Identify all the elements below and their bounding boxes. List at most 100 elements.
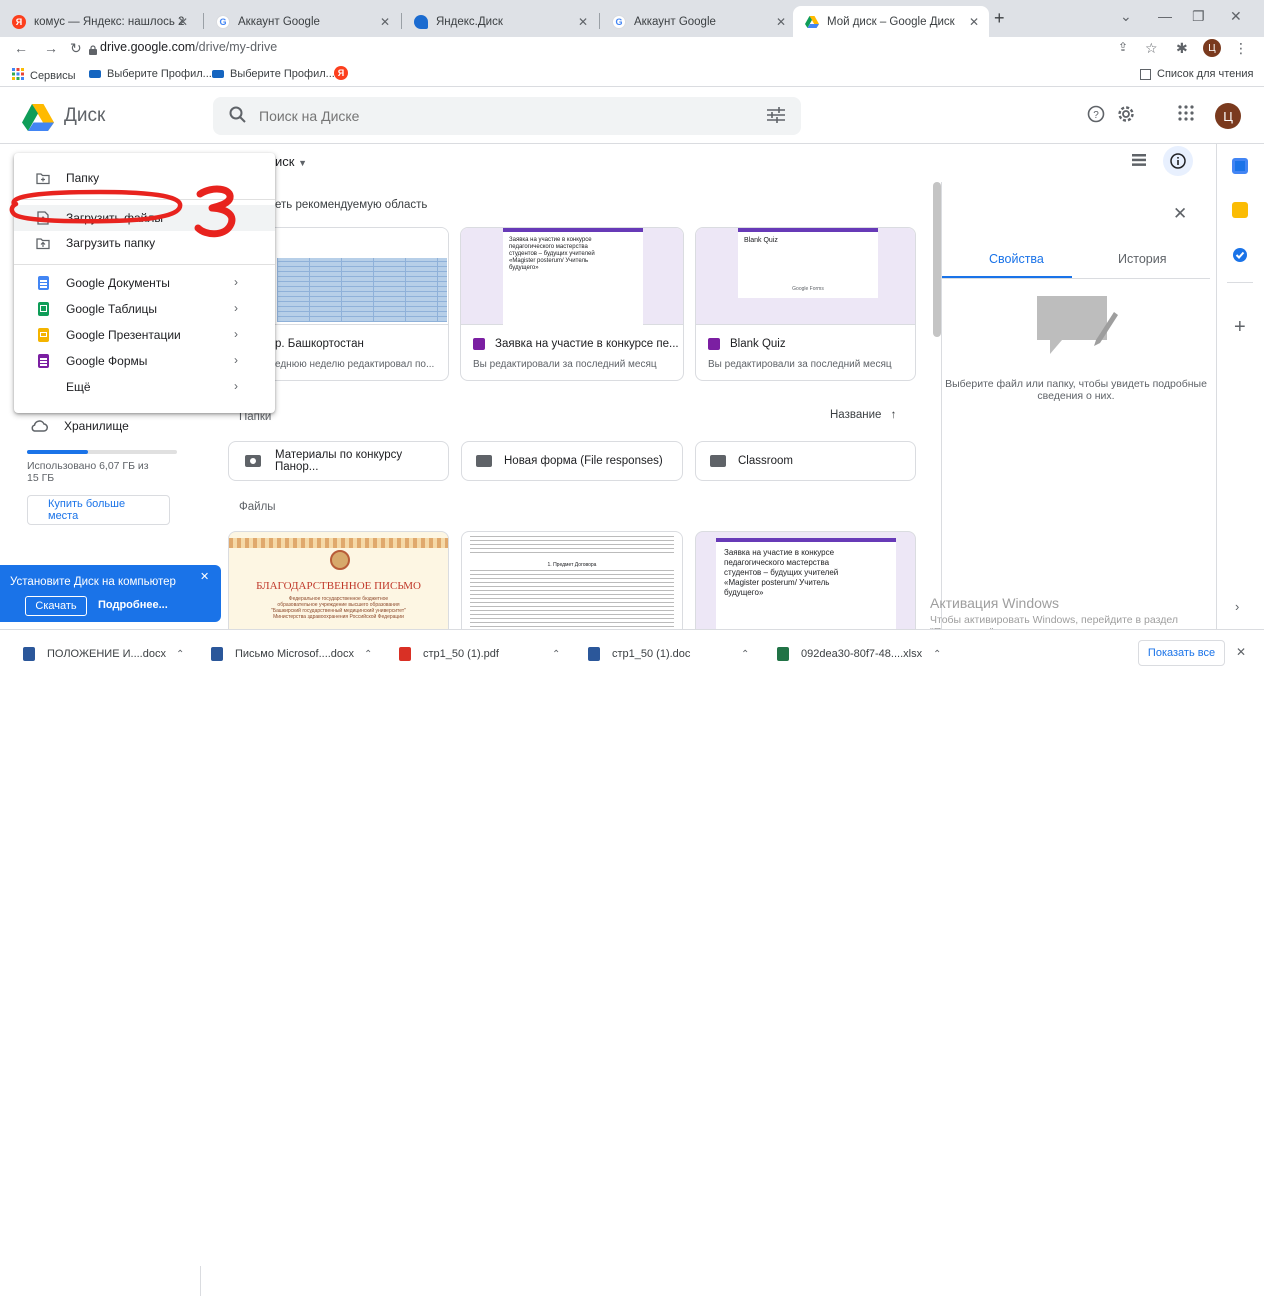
bookmark-profile-1[interactable]: Выберите Профил... — [89, 68, 212, 80]
chevron-right-icon: › — [234, 327, 238, 341]
forward-icon[interactable]: → — [44, 40, 58, 56]
buy-storage-button[interactable]: Купить больше места — [27, 495, 170, 525]
thumb-text: студентов – будущих учителей — [724, 568, 839, 577]
close-icon[interactable]: ✕ — [578, 15, 588, 29]
close-window-icon[interactable]: ✕ — [1230, 8, 1242, 25]
close-icon[interactable]: ✕ — [178, 15, 188, 29]
yandex-disk-icon — [414, 14, 428, 29]
tab-title: Яндекс.Диск — [436, 15, 503, 28]
file-subtitle: еднюю неделю редактировал по... — [275, 359, 435, 370]
apps-launcher-icon[interactable] — [1178, 105, 1194, 126]
thumb-text: БЛАГОДАРСТВЕННОЕ ПИСЬМО — [256, 580, 421, 592]
tab-search-icon[interactable]: ⌄ — [1120, 8, 1132, 25]
tab-title: Аккаунт Google — [634, 15, 716, 28]
folder-item[interactable]: Материалы по конкурсу Панор... — [228, 441, 449, 481]
url-field[interactable]: drive.google.com/drive/my-drive — [100, 40, 277, 54]
download-item[interactable]: 092dea30-80f7-48....xlsx ⌃ — [777, 647, 941, 661]
download-item[interactable]: стр1_50 (1).pdf ⌃ — [399, 647, 560, 661]
browser-tab-google-account-2[interactable]: G Аккаунт Google ✕ — [600, 6, 796, 37]
close-icon[interactable]: ✕ — [776, 15, 786, 29]
reload-icon[interactable]: ↻ — [70, 40, 82, 57]
menu-item-google-slides[interactable]: Google Презентации › — [14, 322, 275, 348]
tab-title: Аккаунт Google — [238, 15, 320, 28]
info-button[interactable] — [1163, 146, 1193, 176]
buy-storage-label: Купить больше — [48, 498, 126, 510]
browser-tab-yandex[interactable]: Я комус — Яндекс: нашлось 22 м ✕ — [0, 6, 198, 37]
close-icon[interactable]: ✕ — [200, 570, 209, 583]
close-icon[interactable]: ✕ — [969, 15, 979, 29]
share-icon[interactable]: ⇪ — [1118, 40, 1128, 54]
file-card[interactable]: 1. Предмет Договора — [461, 531, 683, 629]
profile-bookmark-icon — [89, 70, 101, 78]
search-icon[interactable] — [229, 106, 247, 129]
settings-gear-icon[interactable] — [1117, 105, 1135, 128]
folder-icon — [710, 455, 726, 467]
storage-usage-text: Использовано 6,07 ГБ из 15 ГБ — [27, 460, 149, 484]
menu-item-google-forms[interactable]: Google Формы › — [14, 348, 275, 374]
thumb-text: Blank Quiz — [744, 237, 778, 244]
download-item[interactable]: стр1_50 (1).doc ⌃ — [588, 647, 749, 661]
close-icon[interactable]: ✕ — [1236, 645, 1246, 659]
show-all-downloads-button[interactable]: Показать все — [1138, 640, 1225, 666]
keep-icon[interactable] — [1232, 202, 1248, 218]
reading-list-button[interactable]: Список для чтения — [1140, 68, 1253, 80]
sort-by-name-button[interactable]: Название ↑ — [830, 409, 896, 421]
new-tab-button[interactable]: + — [994, 8, 1005, 29]
file-card[interactable]: Заявка на участие в конкурсе педагогичес… — [695, 531, 916, 629]
profile-bookmark-icon — [212, 70, 224, 78]
menu-item-more[interactable]: Ещё › — [14, 374, 275, 400]
account-avatar[interactable]: Ц — [1215, 103, 1241, 129]
help-icon[interactable]: ? — [1087, 105, 1105, 128]
profile-avatar[interactable]: Ц — [1203, 39, 1221, 57]
minimize-icon[interactable]: — — [1158, 8, 1172, 24]
file-card[interactable]: БЛАГОДАРСТВЕННОЕ ПИСЬМО Федеральное госу… — [228, 531, 449, 629]
download-item[interactable]: Письмо Microsof....docx ⌃ — [211, 647, 372, 661]
download-button[interactable]: Скачать — [25, 596, 87, 616]
list-view-icon[interactable] — [1132, 153, 1146, 171]
pdf-file-icon — [399, 647, 411, 661]
bookmark-profile-2[interactable]: Выберите Профил... — [212, 68, 335, 80]
tab-properties[interactable]: Свойства — [989, 252, 1044, 266]
extensions-icon[interactable]: ✱ — [1176, 40, 1188, 57]
add-addon-icon[interactable]: + — [1234, 316, 1246, 339]
close-icon[interactable]: ✕ — [380, 15, 390, 29]
breadcrumb-title: иск — [275, 154, 295, 169]
calendar-icon[interactable] — [1232, 158, 1248, 174]
tab-history[interactable]: История — [1118, 252, 1166, 266]
tasks-icon[interactable] — [1231, 246, 1249, 269]
content-scrollbar[interactable] — [933, 182, 941, 337]
promo-text: Установите Диск на компьютер — [10, 576, 176, 588]
browser-tab-google-account[interactable]: G Аккаунт Google ✕ — [204, 6, 400, 37]
sidebar-item-storage[interactable]: Хранилище — [30, 419, 129, 433]
bookmark-services[interactable]: Сервисы — [12, 68, 76, 83]
search-input[interactable] — [259, 106, 739, 126]
search-options-icon[interactable] — [767, 107, 785, 128]
tab-title: Мой диск – Google Диск — [827, 15, 955, 28]
reading-list-icon — [1140, 68, 1151, 80]
menu-item-google-sheets[interactable]: Google Таблицы › — [14, 296, 275, 322]
shared-folder-icon — [245, 455, 261, 467]
app-title[interactable]: Диск — [64, 105, 105, 127]
breadcrumb[interactable]: иск ▼ — [275, 154, 307, 169]
maximize-icon[interactable]: ❐ — [1192, 8, 1205, 25]
bookmark-yandex[interactable]: Я — [334, 66, 348, 80]
folder-item[interactable]: Classroom — [695, 441, 916, 481]
menu-dots-icon[interactable]: ⋮ — [1234, 40, 1248, 57]
back-icon[interactable]: ← — [14, 40, 28, 56]
suggested-hint[interactable]: еть рекомендуемую область — [275, 199, 427, 211]
slides-icon — [38, 328, 49, 342]
menu-item-google-docs[interactable]: Google Документы › — [14, 270, 275, 296]
drive-logo-icon[interactable] — [22, 104, 54, 136]
suggested-card[interactable]: Blank Quiz Google Forms Blank Quiz Вы ре… — [695, 227, 916, 381]
browser-tab-my-drive[interactable]: Мой диск – Google Диск ✕ — [793, 6, 989, 37]
chevron-right-icon[interactable]: › — [1235, 599, 1239, 614]
star-icon[interactable]: ☆ — [1145, 40, 1158, 57]
cloud-icon — [31, 420, 48, 432]
learn-more-link[interactable]: Подробнее... — [98, 599, 168, 611]
suggested-card[interactable]: Заявка на участие в конкурсе педагогичес… — [460, 227, 684, 381]
folder-item[interactable]: Новая форма (File responses) — [461, 441, 683, 481]
thumb-text: будущего» — [724, 588, 764, 597]
browser-tab-yandex-disk[interactable]: Яндекс.Диск ✕ — [402, 6, 598, 37]
download-item[interactable]: ПОЛОЖЕНИЕ И....docx ⌃ — [23, 647, 184, 661]
close-icon[interactable]: ✕ — [1173, 204, 1187, 224]
